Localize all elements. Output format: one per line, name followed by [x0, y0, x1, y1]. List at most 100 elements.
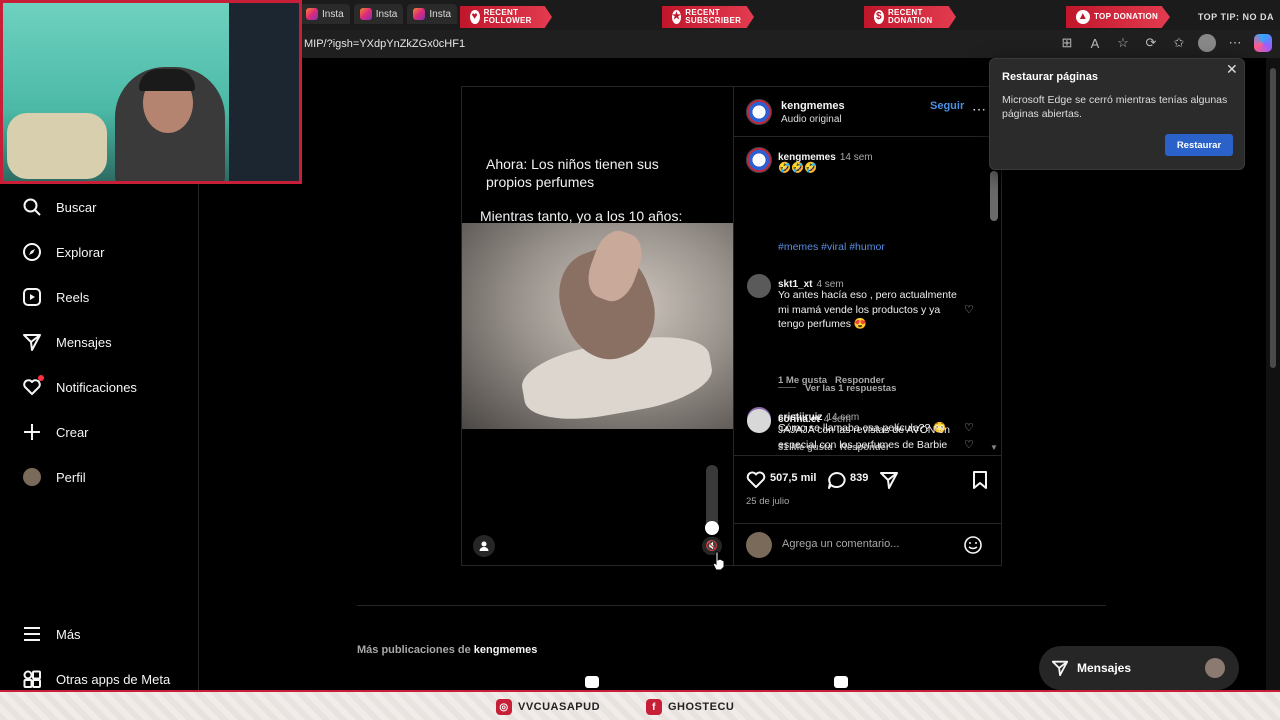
url-field[interactable]: MIP/?igsh=YXdpYnZkZGx0cHF1 [304, 38, 465, 50]
post-actions: 507,5 mil 839 25 de julio [734, 455, 1002, 523]
speaker-muted-icon: 🔇 [705, 540, 719, 552]
audio-label[interactable]: Audio original [781, 114, 842, 125]
sidebar-item-meta-apps[interactable]: Otras apps de Meta [22, 669, 170, 689]
facebook-icon: f [646, 699, 662, 715]
recent-subscriber-badge: ★ RECENT SUBSCRIBER [662, 6, 754, 28]
comment-like-heart-icon[interactable]: ♡ [964, 421, 976, 434]
profile-avatar[interactable] [1198, 34, 1216, 52]
follow-button[interactable]: Seguir [930, 100, 964, 112]
read-aloud-icon[interactable]: A [1086, 34, 1104, 52]
facebook-handle: f GHOSTECU [646, 699, 734, 715]
webcam-pillow [7, 113, 107, 179]
sidebar-item-crear[interactable]: Crear [22, 422, 89, 442]
commenter-avatar[interactable] [747, 409, 771, 433]
comments-scrollbar[interactable] [990, 171, 998, 221]
heart-icon [22, 375, 44, 397]
post-date: 25 de julio [746, 496, 790, 507]
hand-cursor-icon [712, 551, 725, 571]
sidebar-item-label: Crear [56, 424, 89, 440]
comment-bubble-icon[interactable] [827, 471, 847, 489]
sidebar-item-mas[interactable]: Más [22, 624, 81, 644]
author-avatar[interactable] [746, 147, 772, 173]
page-scrollbar[interactable] [1266, 58, 1280, 690]
author-username[interactable]: kengmemes [781, 100, 845, 112]
comment-time: 14 sem [839, 152, 873, 163]
sidebar-item-label: Perfil [56, 469, 86, 485]
more-options-icon[interactable]: ⋯ [972, 101, 987, 118]
more-posts-prefix: Más publicaciones de [357, 644, 474, 656]
post-media[interactable]: Ahora: Los niños tienen sus propios perf… [462, 87, 733, 571]
top-donation-badge: ▲ TOP DONATION [1066, 6, 1170, 28]
webcam-overlay [0, 0, 302, 184]
comments-count[interactable]: 839 [850, 472, 868, 484]
sidebar-item-mensajes[interactable]: Mensajes [22, 332, 112, 352]
social-label: GHOSTECU [668, 701, 735, 713]
comment-input[interactable]: Agrega un comentario... [782, 538, 899, 550]
favorite-star-icon[interactable]: ☆ [1114, 34, 1132, 52]
avatar [1205, 658, 1225, 678]
browser-tab[interactable]: Insta [407, 4, 458, 24]
sidebar-item-notificaciones[interactable]: Notificaciones [22, 375, 137, 397]
comment-like-heart-icon[interactable]: ♡ [964, 438, 976, 451]
reel-thumbnail-icon[interactable] [834, 676, 848, 688]
top-tip-text: TOP TIP: NO DA [1197, 12, 1274, 22]
compass-icon [22, 242, 42, 262]
more-posts-username[interactable]: kengmemes [474, 644, 538, 656]
plus-icon [22, 422, 42, 442]
emoji-icon[interactable] [963, 535, 983, 555]
favorites-icon[interactable]: ✩ [1170, 34, 1188, 52]
share-send-icon[interactable] [879, 471, 899, 489]
instagram-icon [413, 8, 426, 20]
comment-like-heart-icon[interactable]: ♡ [964, 303, 976, 316]
avatar [23, 468, 41, 486]
more-options-icon[interactable]: ⋯ [1226, 34, 1244, 52]
post-dialog: Ahora: Los niños tienen sus propios perf… [461, 86, 1002, 571]
volume-slider-knob[interactable] [705, 521, 719, 535]
likes-count[interactable]: 507,5 mil [770, 472, 816, 484]
extensions-icon[interactable]: ⟳ [1142, 34, 1160, 52]
send-icon [1051, 660, 1069, 677]
instagram-icon [306, 8, 318, 20]
author-avatar[interactable] [746, 99, 772, 125]
copilot-icon[interactable] [1254, 34, 1272, 52]
browser-tab-label: Insta [322, 8, 344, 20]
recent-donation-badge: $ RECENT DONATION [864, 6, 956, 28]
page-scrollbar-thumb[interactable] [1270, 68, 1276, 368]
close-icon[interactable]: ✕ [1226, 61, 1238, 78]
like-heart-icon[interactable] [746, 471, 766, 489]
messages-pill-label: Mensajes [1077, 661, 1132, 675]
restore-button[interactable]: Restaurar [1165, 134, 1233, 156]
view-replies-button[interactable]: Ver las 1 respuestas [805, 383, 896, 394]
reel-thumbnail-icon[interactable] [585, 676, 599, 688]
browser-address-bar: MIP/?igsh=YXdpYnZkZGx0cHF1 ⊞ A ☆ ⟳ ✩ ⋯ [300, 30, 1280, 58]
commenter-avatar[interactable] [747, 274, 771, 298]
recent-follower-badge: ♥ RECENT FOLLOWER [460, 6, 552, 28]
apps-icon[interactable]: ⊞ [1058, 34, 1076, 52]
gift-icon: $ [874, 10, 884, 24]
sidebar-item-buscar[interactable]: Buscar [22, 197, 96, 217]
post-side-panel: kengmemes Audio original Seguir ⋯ kengme… [733, 87, 1002, 565]
caption-hashtags[interactable]: #memes #viral #humor [778, 241, 885, 253]
add-comment-bar: Agrega un comentario... [734, 523, 1002, 565]
search-icon [22, 197, 42, 217]
sidebar-item-reels[interactable]: Reels [22, 287, 89, 307]
badge-label: RECENT FOLLOWER [483, 8, 532, 25]
scroll-down-arrow-icon[interactable]: ▼ [990, 443, 998, 452]
webcam-background [229, 3, 299, 181]
bookmark-icon[interactable] [972, 470, 988, 490]
browser-tab[interactable]: Insta [300, 4, 350, 24]
heart-icon: ♥ [470, 10, 480, 24]
sidebar-item-perfil[interactable]: Perfil [22, 467, 86, 487]
left-sidebar: Buscar Explorar Reels Mensajes Notificac… [0, 184, 199, 690]
tagged-users-button[interactable] [473, 535, 495, 557]
section-divider [357, 605, 1106, 606]
messages-pill-button[interactable]: Mensajes [1039, 646, 1239, 690]
media-caption-line2: Mientras tanto, yo a los 10 años: [480, 208, 683, 224]
browser-tab[interactable]: Insta [353, 4, 404, 24]
reels-icon [22, 287, 42, 307]
stream-bottom-banner: ◎ VVCUASAPUD f GHOSTECU [0, 690, 1280, 720]
sidebar-item-explorar[interactable]: Explorar [22, 242, 104, 262]
sidebar-item-label: Reels [56, 289, 90, 305]
browser-toolbar: ⊞ A ☆ ⟳ ✩ ⋯ [1058, 34, 1272, 52]
menu-icon [22, 624, 42, 644]
